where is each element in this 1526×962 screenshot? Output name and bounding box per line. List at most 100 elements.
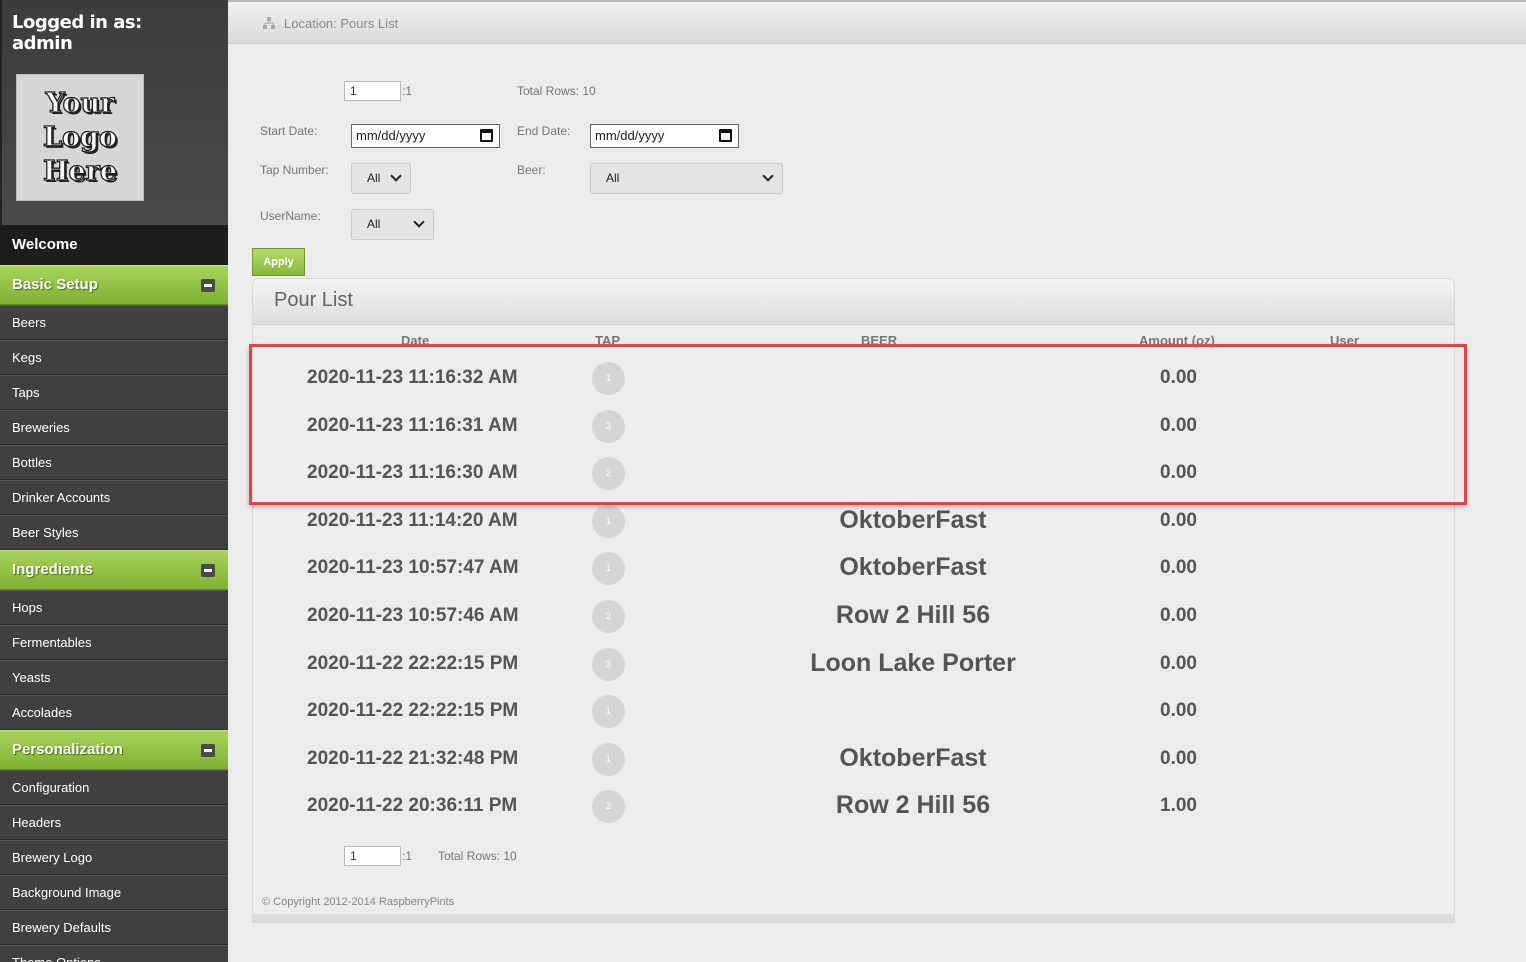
column-header-beer[interactable]: BEER bbox=[861, 333, 897, 348]
beer-name: OktoberFast bbox=[839, 505, 987, 534]
location-bar: Location: Pours List bbox=[228, 0, 1526, 44]
collapse-icon[interactable] bbox=[201, 279, 215, 292]
pour-date: 2020-11-22 22:22:15 PM bbox=[307, 652, 519, 674]
end-date-value: mm/dd/yyyy bbox=[595, 128, 665, 143]
nav-section-label: Ingredients bbox=[12, 561, 93, 578]
tap-badge: 1 bbox=[592, 695, 625, 729]
sidebar-item-kegs[interactable]: Kegs bbox=[0, 340, 228, 375]
tap-badge: 2 bbox=[592, 457, 625, 491]
beer-name: OktoberFast bbox=[839, 553, 987, 582]
panel-title: Pour List bbox=[253, 279, 1454, 325]
page-number-input-bottom[interactable]: 1 bbox=[344, 846, 401, 866]
beer-value: All bbox=[606, 171, 620, 185]
collapse-icon[interactable] bbox=[201, 744, 215, 757]
sidebar-item-drinker-accounts[interactable]: Drinker Accounts bbox=[0, 480, 228, 515]
logo-line: Here bbox=[42, 155, 118, 187]
tap-badge: 1 bbox=[592, 504, 625, 538]
collapse-icon[interactable] bbox=[201, 564, 215, 577]
page-count-bottom: :1 bbox=[402, 849, 413, 863]
sidebar-item-configuration[interactable]: Configuration bbox=[0, 770, 228, 805]
sidebar-item-hops[interactable]: Hops bbox=[0, 590, 228, 625]
pour-amount: 0.00 bbox=[1160, 700, 1197, 722]
start-date-value: mm/dd/yyyy bbox=[356, 128, 426, 143]
sidebar-item-theme-options[interactable]: Theme Options bbox=[0, 945, 228, 962]
start-date-label: Start Date: bbox=[260, 124, 318, 138]
pour-date: 2020-11-22 21:32:48 PM bbox=[307, 747, 519, 769]
nav-section-basic-setup[interactable]: Basic Setup bbox=[0, 265, 228, 305]
sidebar-item-headers[interactable]: Headers bbox=[0, 805, 228, 840]
beer-label: Beer: bbox=[517, 163, 546, 177]
page-count: :1 bbox=[402, 84, 413, 98]
logo-line: Logo bbox=[42, 121, 117, 153]
username: admin bbox=[12, 33, 73, 54]
pour-amount: 0.00 bbox=[1160, 509, 1197, 531]
nav-welcome[interactable]: Welcome bbox=[0, 225, 228, 265]
chevron-down-icon bbox=[390, 170, 402, 182]
pour-date: 2020-11-23 11:16:31 AM bbox=[307, 414, 518, 436]
page-number-input[interactable]: 1 bbox=[344, 81, 401, 101]
pour-date: 2020-11-23 11:14:20 AM bbox=[307, 509, 518, 531]
column-header-user[interactable]: User bbox=[1330, 333, 1359, 348]
tap-badge: 2 bbox=[592, 600, 625, 633]
end-date-input[interactable]: mm/dd/yyyy bbox=[590, 124, 739, 148]
pour-amount: 1.00 bbox=[1160, 795, 1197, 817]
sidebar-nav: Basic Setup Beers Kegs Taps Breweries Bottles… bbox=[0, 265, 228, 962]
sidebar-item-brewery-logo[interactable]: Brewery Logo bbox=[0, 840, 228, 875]
pour-date: 2020-11-22 20:36:11 PM bbox=[307, 795, 518, 817]
panel-footer-bar bbox=[253, 914, 1454, 922]
nav-section-ingredients[interactable]: Ingredients bbox=[0, 550, 228, 590]
username-select[interactable]: All bbox=[351, 209, 434, 240]
sitemap-icon bbox=[263, 17, 275, 29]
tap-number-value: All bbox=[367, 171, 381, 185]
pour-amount: 0.00 bbox=[1160, 557, 1197, 579]
sidebar-item-brewery-defaults[interactable]: Brewery Defaults bbox=[0, 910, 228, 945]
pour-amount: 0.00 bbox=[1160, 747, 1197, 769]
pour-date: 2020-11-23 10:57:47 AM bbox=[307, 557, 519, 579]
sidebar-item-yeasts[interactable]: Yeasts bbox=[0, 660, 228, 695]
username-value: All bbox=[367, 217, 381, 231]
tap-badge: 1 bbox=[592, 362, 625, 395]
nav-section-personalization[interactable]: Personalization bbox=[0, 730, 228, 770]
sidebar-item-beer-styles[interactable]: Beer Styles bbox=[0, 515, 228, 550]
start-date-input[interactable]: mm/dd/yyyy bbox=[351, 124, 500, 148]
sidebar-item-taps[interactable]: Taps bbox=[0, 375, 228, 410]
pour-date: 2020-11-23 10:57:46 AM bbox=[307, 605, 519, 626]
tap-badge: 3 bbox=[592, 409, 625, 443]
logged-in-label: Logged in as: bbox=[12, 12, 142, 33]
tap-badge: 1 bbox=[592, 742, 625, 776]
sidebar-item-accolades[interactable]: Accolades bbox=[0, 695, 228, 730]
sidebar-item-beers[interactable]: Beers bbox=[0, 305, 228, 340]
sidebar-item-fermentables[interactable]: Fermentables bbox=[0, 625, 228, 660]
column-header-tap[interactable]: TAP bbox=[595, 333, 620, 348]
nav-section-label: Personalization bbox=[12, 741, 123, 758]
column-header-amount[interactable]: Amount (oz) bbox=[1139, 333, 1215, 348]
calendar-icon[interactable] bbox=[719, 129, 732, 142]
sidebar-item-bottles[interactable]: Bottles bbox=[0, 445, 228, 480]
sidebar-item-breweries[interactable]: Breweries bbox=[0, 410, 228, 445]
beer-name: Loon Lake Porter bbox=[810, 648, 1016, 677]
pour-amount: 0.00 bbox=[1160, 414, 1197, 436]
total-rows: Total Rows: 10 bbox=[517, 84, 596, 98]
apply-button[interactable]: Apply bbox=[252, 248, 305, 276]
sidebar-item-background-image[interactable]: Background Image bbox=[0, 875, 228, 910]
username-label: UserName: bbox=[260, 209, 321, 223]
pour-date: 2020-11-22 22:22:15 PM bbox=[307, 700, 519, 722]
logo-line: Your bbox=[45, 87, 115, 119]
calendar-icon[interactable] bbox=[480, 129, 493, 142]
tap-number-label: Tap Number: bbox=[260, 163, 329, 177]
nav-section-label: Basic Setup bbox=[12, 276, 98, 293]
tap-number-select[interactable]: All bbox=[351, 163, 411, 194]
pour-amount: 0.00 bbox=[1160, 605, 1197, 626]
brewery-logo[interactable]: Your Logo Here bbox=[16, 74, 144, 201]
pour-date: 2020-11-23 11:16:30 AM bbox=[307, 462, 518, 484]
beer-name: Row 2 Hill 56 bbox=[835, 601, 991, 629]
pour-amount: 0.00 bbox=[1160, 367, 1197, 388]
pour-date: 2020-11-23 11:16:32 AM bbox=[307, 367, 518, 388]
end-date-label: End Date: bbox=[517, 124, 571, 138]
beer-name: OktoberFast bbox=[839, 743, 987, 772]
column-header-date[interactable]: Date bbox=[401, 333, 429, 348]
beer-select[interactable]: All bbox=[590, 163, 783, 194]
chevron-down-icon bbox=[413, 216, 425, 228]
copyright: © Copyright 2012-2014 RaspberryPints bbox=[262, 896, 455, 908]
pour-amount: 0.00 bbox=[1160, 652, 1197, 674]
